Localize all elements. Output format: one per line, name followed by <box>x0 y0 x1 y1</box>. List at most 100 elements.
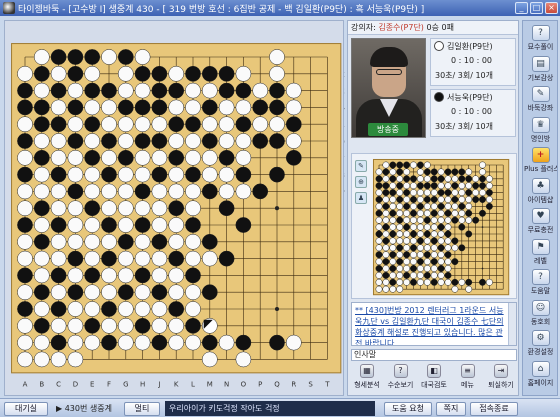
window-title: 타이젬바둑 - [고수방 I] 생중계 430 - [ 319 번방 호선 : … <box>18 4 425 15</box>
white-stone <box>101 149 117 166</box>
black-stone <box>269 82 285 99</box>
white-stone <box>134 149 151 166</box>
black-stone <box>410 175 417 183</box>
black-stone <box>430 196 438 203</box>
black-player-time: 0 : 10 : 00 <box>451 107 493 116</box>
white-stone <box>423 209 431 217</box>
white-stone <box>33 334 50 351</box>
review-button[interactable]: ◧ 대국검토 <box>418 364 450 394</box>
white-stone <box>410 251 417 259</box>
black-stone <box>410 278 417 286</box>
white-stone <box>423 278 431 286</box>
white-stone <box>33 217 50 233</box>
chat-scrollbar[interactable] <box>508 303 516 345</box>
white-stone <box>50 250 67 267</box>
analysis-button[interactable]: ▦ 형세분석 <box>351 364 383 394</box>
white-stone <box>403 209 411 217</box>
white-player-byoyomi: 30초/ 3회/ 10개 <box>435 71 494 80</box>
menu-button[interactable]: ≡ 메뉴 <box>452 364 484 394</box>
black-stone-icon <box>434 92 444 102</box>
logout-button[interactable]: 접속종료 <box>470 402 518 416</box>
black-stone <box>382 223 390 231</box>
sidebar-item-5[interactable]: + Plus 플러스 <box>524 147 557 174</box>
minimize-button[interactable]: _ <box>515 2 528 14</box>
sidebar-item-7[interactable]: ♥ 무료충전 <box>524 208 557 235</box>
black-stone <box>403 271 411 279</box>
mini-board-toolbar: ✎ ⊕ ♟ <box>354 156 368 296</box>
zoom-icon[interactable]: ⊕ <box>355 176 367 188</box>
white-stone <box>67 317 84 334</box>
pen-icon[interactable]: ✎ <box>355 160 367 172</box>
note-button[interactable]: 쪽지 <box>436 402 466 416</box>
white-stone <box>389 196 397 203</box>
black-stone <box>101 334 117 351</box>
black-stone <box>185 65 201 82</box>
go-board[interactable]: ABCDEFGHJKLMNOPQRST123456789101112131415… <box>5 21 345 397</box>
sidebar-item-12[interactable]: ⌂ 홈페이지 <box>524 360 557 388</box>
black-stone <box>269 334 285 351</box>
sidebar-item-9[interactable]: ? 도움말 <box>524 269 557 296</box>
white-stone <box>382 209 390 217</box>
move-order-button[interactable]: ? 수순보기 <box>385 364 417 394</box>
sidebar-item-4[interactable]: ♛ 명인방 <box>524 116 557 144</box>
black-stone <box>458 223 466 231</box>
white-stone <box>117 250 134 267</box>
white-stone <box>458 216 466 224</box>
mini-board-panel: ✎ ⊕ ♟ <box>351 153 517 299</box>
white-stone <box>430 223 438 231</box>
black-stone <box>117 49 134 65</box>
black-stone <box>430 209 438 217</box>
white-stone <box>485 175 493 183</box>
close-button[interactable]: × <box>545 2 558 14</box>
column-label: A <box>23 380 28 388</box>
waiting-room-button[interactable]: 대기실 <box>4 402 48 416</box>
white-stone <box>430 216 438 224</box>
white-stone <box>201 166 218 183</box>
white-stone <box>396 237 404 245</box>
lecturer-label: 강의자: <box>351 23 376 32</box>
sidebar-item-2[interactable]: ▤ 기보감상 <box>524 55 557 83</box>
sidebar-item-8[interactable]: ⚑ 레벨 <box>524 238 557 266</box>
help-request-button[interactable]: 도움 요청 <box>384 402 432 416</box>
leave-room-button[interactable]: ⇥ 퇴실하기 <box>485 364 517 394</box>
column-label: D <box>73 380 78 388</box>
chat-input[interactable]: 인사말 <box>351 349 517 361</box>
black-stone <box>151 166 168 183</box>
white-stone <box>218 99 235 116</box>
black-stone <box>382 258 390 266</box>
white-stone <box>252 82 269 99</box>
white-stone <box>451 202 459 210</box>
white-stone <box>437 237 445 245</box>
maximize-button[interactable]: □ <box>530 2 543 14</box>
white-stone <box>67 116 84 133</box>
black-player-name: 서능욱(P9단) <box>447 93 493 102</box>
white-stone <box>218 166 235 183</box>
white-stone <box>218 183 235 200</box>
homepage-icon: ⌂ <box>531 360 550 377</box>
white-stone <box>17 200 33 217</box>
white-stone <box>185 82 201 99</box>
sidebar-item-11[interactable]: ⚙ 환경설정 <box>524 330 557 357</box>
sidebar-item-1[interactable]: ? 묘수풀이 <box>524 25 557 52</box>
white-stone <box>423 258 431 266</box>
black-stone <box>17 217 33 233</box>
live-badge: 방송중 <box>368 123 408 136</box>
white-stone <box>479 161 486 169</box>
white-stone <box>67 166 84 183</box>
white-stone <box>101 267 117 284</box>
white-stone <box>403 244 411 252</box>
multi-button[interactable]: 멀티 <box>124 402 160 416</box>
black-stone <box>430 175 438 183</box>
black-stone <box>117 149 134 166</box>
sidebar-item-6[interactable]: ♣ 아이템샵 <box>524 177 557 205</box>
column-label: L <box>191 380 195 388</box>
person-icon[interactable]: ♟ <box>355 192 367 204</box>
sidebar-item-10[interactable]: ☺ 동호회 <box>524 299 557 327</box>
row-label: 19 <box>344 356 345 364</box>
ad-marquee[interactable]: 우리아이가 키도걱정 작아도 걱정 <box>165 401 375 416</box>
sidebar-item-3[interactable]: ✎ 바둑강좌 <box>524 86 557 113</box>
white-stone <box>485 196 493 203</box>
room-tab[interactable]: ▶ 430번 생중계 <box>56 402 112 416</box>
black-stone <box>410 209 417 217</box>
white-stone <box>101 233 117 250</box>
